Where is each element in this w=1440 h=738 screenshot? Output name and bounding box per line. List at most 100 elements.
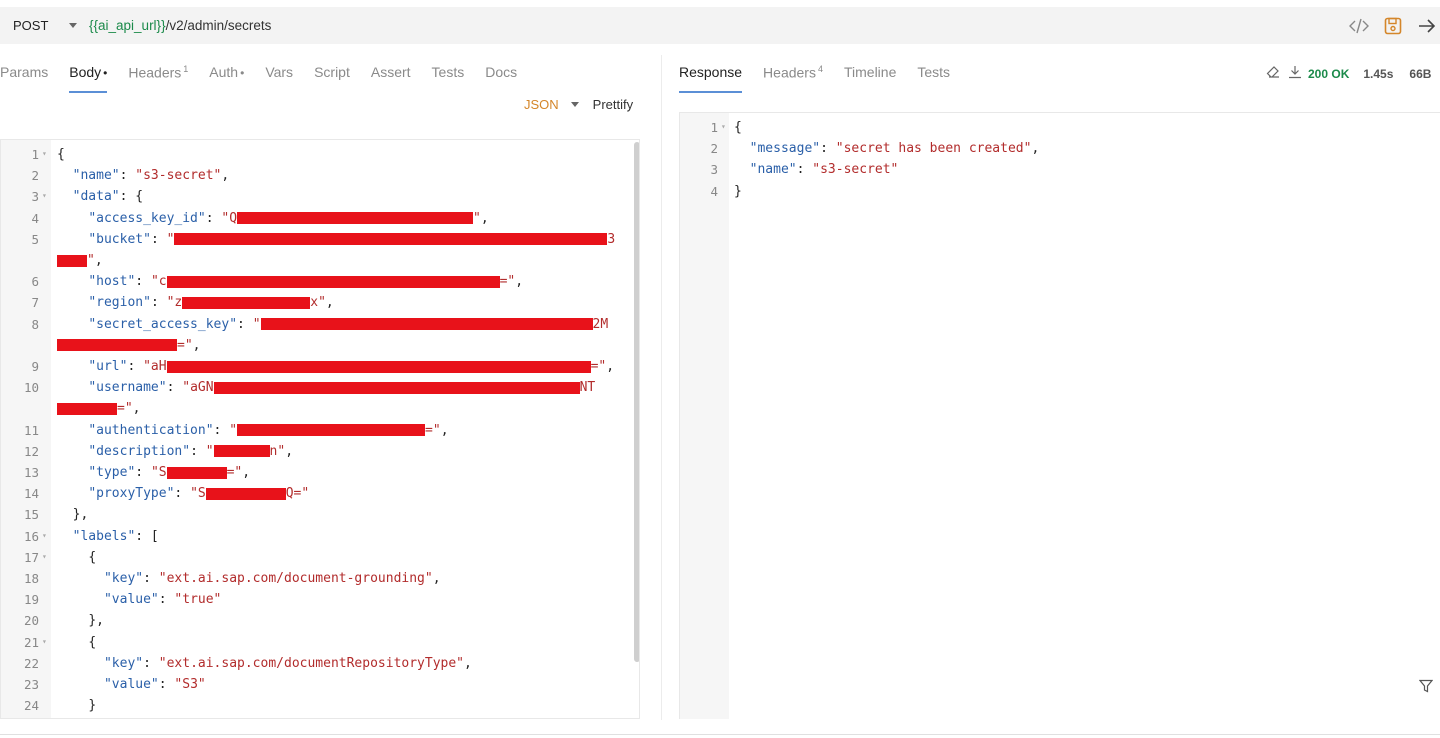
json-string: =": [226, 465, 243, 480]
line-number: 23: [23, 677, 39, 692]
json-punct: {: [88, 634, 97, 650]
tab-label: Response: [679, 64, 743, 80]
code-line: ",: [57, 253, 103, 268]
divider: [0, 734, 1440, 735]
tab-auth[interactable]: Auth •: [209, 64, 244, 88]
json-key: "proxyType": [88, 486, 175, 502]
json-string: "z: [166, 295, 183, 311]
json-punct: {: [734, 120, 742, 135]
tab-vars[interactable]: Vars: [265, 64, 293, 88]
tab-label: Body: [69, 64, 102, 80]
fold-icon[interactable]: ▾: [721, 122, 726, 131]
json-string: "s3-secret": [812, 162, 899, 178]
redaction-bar: [205, 487, 286, 500]
prettify-button[interactable]: Prettify: [593, 97, 633, 112]
line-number: 13: [23, 465, 39, 480]
tab-response[interactable]: Response: [679, 64, 743, 93]
eraser-icon[interactable]: [1266, 65, 1280, 82]
json-string: "s3-secret": [135, 168, 222, 184]
code-line: }: [734, 184, 742, 199]
tab-params[interactable]: Params: [0, 64, 48, 88]
url-bar: POST {{ai_api_url}}/v2/admin/secrets: [0, 7, 1440, 44]
tab-tests[interactable]: Tests: [432, 64, 465, 88]
json-key: "key": [103, 571, 144, 586]
json-string: 2M: [592, 316, 609, 332]
method-select[interactable]: POST: [13, 18, 69, 33]
json-key: "labels": [72, 528, 136, 544]
json-string: =": [177, 337, 193, 353]
line-number: 2: [31, 168, 39, 184]
json-string: "ext.ai.sap.com/documentRepositoryType": [158, 655, 465, 671]
tab-response-headers[interactable]: Headers 4: [763, 64, 823, 88]
response-meta: 200 OK 1.45s 66B: [1266, 65, 1431, 82]
json-string: NT: [579, 380, 596, 396]
pane-divider[interactable]: [661, 55, 662, 720]
chevron-down-icon[interactable]: [570, 102, 579, 107]
request-body-editor[interactable]: 1 ▾ 2 3 ▾ 4 5 6 7 8 9 10 11 12 13 14 15 16 ▾ 17 ▾ 18 19 20 21 ▾ 22…: [0, 139, 640, 719]
fold-icon[interactable]: ▾: [42, 637, 47, 646]
code-line: "name": "s3-secret": [749, 162, 899, 178]
status-badge: 200 OK: [1308, 66, 1350, 81]
line-number: 16: [23, 528, 39, 544]
response-time: 1.45s: [1363, 66, 1394, 81]
fold-icon[interactable]: ▾: [42, 531, 47, 540]
line-number: 3: [31, 189, 39, 205]
request-tabs: Params Body • Headers 1 Auth • Vars Script …: [0, 64, 538, 93]
fold-icon[interactable]: ▾: [42, 149, 47, 158]
json-string: 3: [607, 231, 616, 247]
arrow-right-icon[interactable]: [1414, 13, 1440, 39]
line-number: 24: [23, 698, 39, 714]
code-line: {: [57, 147, 65, 162]
line-number: 3: [710, 162, 718, 178]
redaction-bar: [166, 275, 500, 288]
tab-script[interactable]: Script: [314, 64, 350, 88]
redaction-bar: [57, 339, 177, 352]
json-key: "data": [72, 189, 120, 205]
download-icon[interactable]: [1288, 65, 1302, 82]
code-line: "type": "S =",: [88, 465, 251, 480]
code-line: "region": "z x",: [88, 295, 334, 311]
redaction-bar: [260, 318, 593, 331]
filter-icon[interactable]: [1418, 679, 1434, 698]
json-key: "value": [103, 677, 159, 692]
redaction-bar: [237, 212, 474, 225]
tab-timeline[interactable]: Timeline: [844, 64, 896, 88]
url-input[interactable]: {{ai_api_url}}/v2/admin/secrets: [89, 18, 271, 33]
code-line: =",: [57, 338, 200, 353]
json-string: =": [499, 274, 516, 290]
json-punct: },: [88, 613, 104, 629]
code-line: {: [57, 635, 96, 650]
response-body-viewer: 1 ▾ 2 3 4 { "message": "secret has been crea…: [679, 112, 1440, 719]
code-line: "value": "S3": [103, 677, 206, 692]
tab-label: Script: [314, 64, 350, 80]
count-badge: 4: [817, 64, 823, 74]
tab-assert[interactable]: Assert: [371, 64, 411, 88]
tab-label: Tests: [917, 64, 951, 80]
line-gutter: [680, 113, 729, 719]
tab-body[interactable]: Body •: [69, 64, 108, 93]
code-line: "authentication": " =",: [88, 422, 449, 438]
line-number: 19: [23, 592, 39, 608]
redaction-bar: [213, 445, 270, 458]
chevron-down-icon[interactable]: [69, 23, 77, 28]
fold-icon[interactable]: ▾: [42, 191, 47, 200]
code-line: =",: [57, 401, 140, 416]
body-mode-select[interactable]: JSON: [524, 97, 559, 112]
tab-headers[interactable]: Headers 1: [128, 64, 188, 88]
json-punct: {: [57, 147, 65, 162]
json-string: ": [166, 231, 175, 247]
json-string: x": [310, 295, 326, 311]
json-string: n": [269, 443, 286, 459]
code-icon[interactable]: [1346, 13, 1372, 39]
line-number: 1: [710, 120, 718, 135]
save-icon[interactable]: [1380, 13, 1406, 39]
tab-docs[interactable]: Docs: [485, 64, 517, 88]
scrollbar[interactable]: [634, 142, 639, 662]
tab-label: Docs: [485, 64, 518, 80]
json-string: "aH: [143, 359, 167, 374]
tab-response-tests[interactable]: Tests: [917, 64, 950, 88]
code-line: "key": "ext.ai.sap.com/document-groundin…: [103, 571, 441, 586]
fold-icon[interactable]: ▾: [42, 552, 47, 561]
code-line: "message": "secret has been created",: [749, 141, 1040, 157]
code-line: "description": " n",: [88, 443, 294, 459]
